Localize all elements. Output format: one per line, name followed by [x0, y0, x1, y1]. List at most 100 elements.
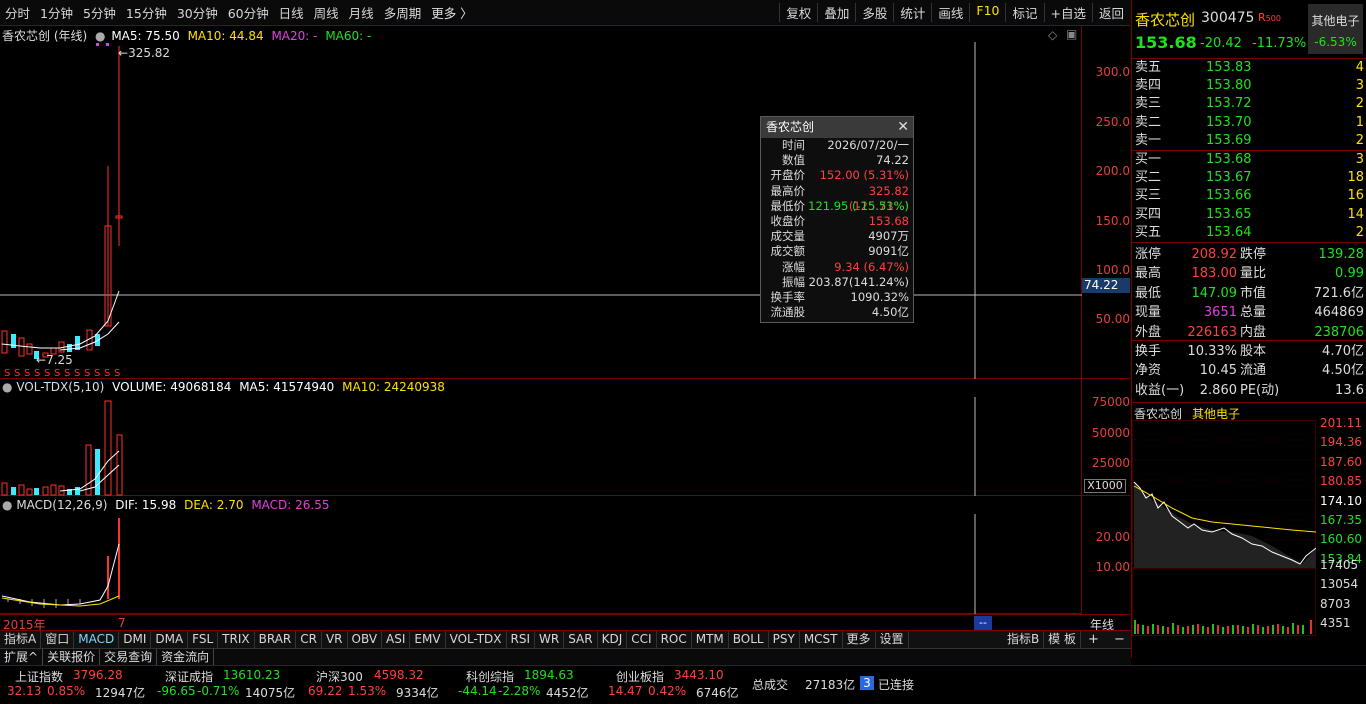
order-price: 153.72 [1206, 96, 1252, 112]
indicator-tab[interactable]: ASI [382, 631, 411, 648]
toolbar-action-button[interactable]: 统计 [893, 3, 931, 22]
period-tab[interactable]: 60分钟 [223, 3, 274, 22]
order-book-row[interactable]: 卖二 153.70 1 [1132, 114, 1366, 132]
indicator-tab[interactable]: VOL-TDX [446, 631, 507, 648]
index-name[interactable]: 深证成指 [165, 668, 213, 685]
index-value: 3443.10 [674, 668, 724, 682]
indicator-tab[interactable]: 模 板 [1044, 631, 1081, 648]
candle [18, 337, 25, 357]
order-book-row[interactable]: 买三 153.66 16 [1132, 187, 1366, 205]
indicator-tab[interactable]: ROC [657, 631, 692, 648]
indicator-tab[interactable]: 设置 [876, 631, 909, 648]
period-tab[interactable]: 日线 [274, 3, 309, 22]
toolbar-action-button[interactable]: 返回 [1091, 3, 1130, 22]
fund-value: 10.33% [1187, 344, 1237, 359]
indicator-tab[interactable]: CCI [627, 631, 657, 648]
indicator-tab[interactable]: 窗口 [41, 631, 75, 648]
sub-tab[interactable]: 扩展^ [0, 649, 44, 665]
indicator-tab[interactable]: 更多 [843, 631, 876, 648]
period-tab[interactable]: 1分钟 [35, 3, 78, 22]
connection-status[interactable]: 已连接 [878, 676, 914, 693]
toolbar-action-button[interactable]: +自选 [1043, 3, 1092, 22]
toolbar-action-button[interactable]: 叠加 [817, 3, 855, 22]
indicator-tab[interactable]: SAR [564, 631, 598, 648]
fund-key: 流通 [1240, 363, 1267, 379]
minus-icon[interactable]: − [1114, 632, 1125, 647]
order-book-row[interactable]: 买一 153.68 3 [1132, 151, 1366, 169]
close-icon[interactable]: ✕ [897, 117, 909, 138]
order-book-row[interactable]: 买五 153.64 2 [1132, 224, 1366, 242]
order-book-row[interactable]: 卖五 153.83 4 [1132, 59, 1366, 77]
order-price: 153.70 [1206, 114, 1252, 130]
indicator-tab[interactable]: PSY [769, 631, 800, 648]
index-name[interactable]: 科创综指 [466, 668, 514, 685]
order-book-row[interactable]: 卖四 153.80 3 [1132, 77, 1366, 95]
indicator-tab[interactable]: 指标B [1003, 631, 1045, 648]
index-name[interactable]: 上证指数 [15, 668, 63, 685]
order-book-row[interactable]: 卖一 153.69 2 [1132, 132, 1366, 150]
total-value: 27183亿 [805, 678, 856, 692]
indicator-tab[interactable]: CR [296, 631, 322, 648]
period-tab[interactable]: 周线 [309, 3, 344, 22]
period-tab[interactable]: 5分钟 [78, 3, 121, 22]
indicator-tab[interactable]: KDJ [598, 631, 628, 648]
period-tab[interactable]: 15分钟 [121, 3, 172, 22]
indicator-tab[interactable]: OBV [348, 631, 383, 648]
order-book-row[interactable]: 卖三 153.72 2 [1132, 95, 1366, 113]
toolbar-action-button[interactable]: 复权 [779, 3, 817, 22]
sub-tab[interactable]: 交易查询 [100, 649, 158, 665]
low-mark: ←7.25 [36, 353, 73, 367]
tooltip-key: 数值 [782, 153, 805, 168]
axis-label: 300.0 [1095, 65, 1130, 79]
period-tab[interactable]: 30分钟 [172, 3, 223, 22]
indicator-tab[interactable]: MTM [692, 631, 729, 648]
stat-row: 涨停 208.92 跌停 139.28 [1132, 245, 1366, 264]
toolbar-action-button[interactable]: 多股 [855, 3, 893, 22]
order-book-row[interactable]: 买二 153.67 18 [1132, 169, 1366, 187]
total-label: 总成交 [752, 678, 789, 692]
indicator-tab[interactable]: WR [535, 631, 565, 648]
svg-text:S: S [74, 368, 80, 379]
high-mark-value: 325.82 [128, 46, 171, 60]
tooltip-value: 152.00 (5.31%) [819, 168, 909, 183]
toolbar-action-button[interactable]: 画线 [931, 3, 969, 22]
mini-axis-label: 174.10 [1320, 493, 1362, 508]
indicator-tab[interactable]: DMI [119, 631, 152, 648]
period-tab[interactable]: 分时 [0, 3, 35, 22]
plus-icon[interactable]: + [1088, 632, 1099, 647]
toolbar-action-button[interactable]: F10 [969, 3, 1005, 22]
fund-value: 10.45 [1199, 363, 1237, 379]
index-name[interactable]: 创业板指 [616, 668, 664, 685]
indicator-tab[interactable]: DMA [151, 631, 189, 648]
index-name[interactable]: 沪深300 [316, 668, 363, 685]
stat-value: 0.99 [1335, 266, 1364, 282]
index-value: 1894.63 [524, 668, 574, 682]
tooltip-row: 收盘价 153.68 [761, 214, 913, 229]
period-tab[interactable]: 月线 [344, 3, 379, 22]
period-tab[interactable]: 多周期 [379, 3, 427, 22]
order-book-row[interactable]: 买四 153.65 14 [1132, 206, 1366, 224]
sub-tab[interactable]: 资金流向 [157, 649, 215, 665]
indicator-tab[interactable]: EMV [410, 631, 446, 648]
indicator-tab[interactable]: RSI [507, 631, 536, 648]
toolbar-action-button[interactable]: 标记 [1005, 3, 1043, 22]
stat-key: 最低 [1135, 285, 1162, 301]
quote-change: -20.42 [1200, 36, 1242, 51]
indicator-tab[interactable]: MCST [800, 631, 843, 648]
volume-bars [1, 400, 123, 496]
more-periods-button[interactable]: 更多 〉 [426, 3, 477, 22]
fund-row: 换手 10.33% 股本 4.70亿 [1132, 342, 1366, 361]
indicator-tab[interactable]: VR [322, 631, 348, 648]
sector-box[interactable]: 其他电子 -6.53% [1308, 4, 1363, 54]
top-toolbar: 分时 1分钟 5分钟 15分钟 30分钟 60分钟 日线 周线 月线 多周期 更多 〉 复权 叠加 多股统… [0, 0, 1130, 26]
indicator-tab[interactable]: TRIX [218, 631, 255, 648]
fund-row: 收益(一) 2.860 PE(动) 13.6 [1132, 381, 1366, 400]
sub-tab[interactable]: 关联报价 [43, 649, 101, 665]
indicator-tab[interactable]: 指标A [0, 631, 42, 648]
indicator-tab[interactable]: BRAR [255, 631, 297, 648]
indicator-tab[interactable]: BOLL [729, 631, 769, 648]
tooltip-key: 成交额 [770, 244, 806, 259]
fund-value: 2.860 [1199, 382, 1237, 398]
indicator-tab[interactable]: FSL [188, 631, 219, 648]
indicator-tab[interactable]: MACD [74, 631, 120, 648]
